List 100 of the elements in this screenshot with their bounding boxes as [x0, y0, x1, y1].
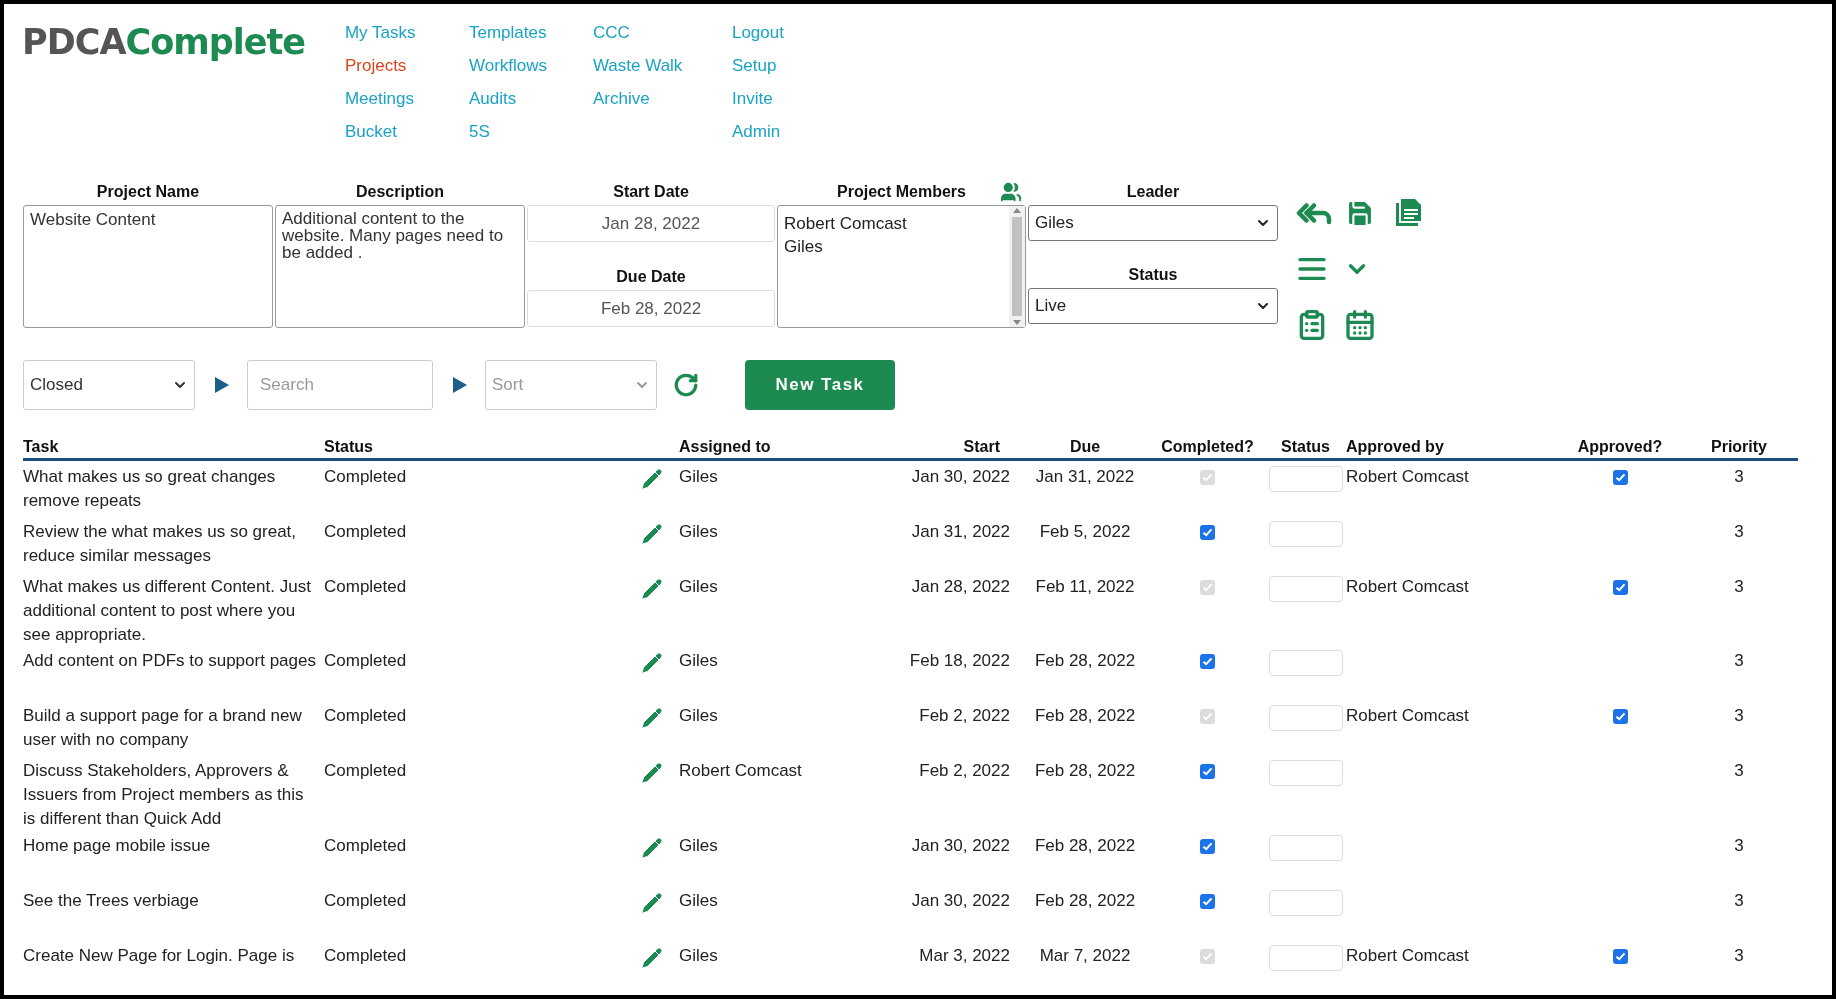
start-date-cell-text: Jan 28, 2022: [910, 575, 1011, 598]
status-input[interactable]: [1268, 520, 1343, 547]
due-date-cell-text: Feb 28, 2022: [1033, 890, 1137, 912]
project-name-field[interactable]: Website Content: [23, 205, 273, 329]
scrollbar[interactable]: [1009, 206, 1025, 328]
nav-link[interactable]: Setup: [731, 55, 777, 88]
column-header: Due: [1068, 437, 1102, 456]
nav-link[interactable]: Audits: [468, 88, 517, 121]
column-header: Approved?: [1576, 437, 1664, 456]
assignee-cell-text: Giles: [679, 575, 719, 598]
start-date-field[interactable]: Jan 28, 2022: [527, 205, 775, 243]
pencil-icon[interactable]: [640, 946, 664, 970]
pencil-icon[interactable]: [640, 761, 664, 786]
members-list[interactable]: Robert Comcast Giles: [777, 205, 1026, 329]
pencil-icon[interactable]: [640, 836, 664, 860]
approved-checkbox[interactable]: [1612, 949, 1628, 964]
nav-link[interactable]: Archive: [592, 88, 650, 121]
pencil-icon[interactable]: [640, 521, 664, 546]
nav-link[interactable]: Projects: [344, 55, 407, 88]
leader-select[interactable]: Giles: [1028, 205, 1278, 242]
pencil-icon[interactable]: [640, 651, 664, 676]
approved-checkbox[interactable]: [1612, 579, 1628, 595]
completed-checkbox[interactable]: [1200, 764, 1215, 780]
pencil-icon[interactable]: [640, 706, 664, 731]
nav-link[interactable]: Invite: [731, 88, 773, 121]
status-input[interactable]: [1268, 650, 1343, 677]
logo: PDCAComplete: [22, 22, 305, 64]
completed-checkbox[interactable]: [1200, 894, 1215, 909]
assignee-cell-text: Giles: [679, 835, 719, 857]
play-icon[interactable]: [215, 377, 229, 393]
assignee-cell-text: Giles: [679, 520, 719, 543]
status-cell-text: Completed: [324, 575, 408, 598]
status-input[interactable]: [1268, 465, 1343, 492]
status-cell-text: Completed: [324, 760, 408, 783]
nav-link[interactable]: My Tasks: [344, 22, 416, 55]
completed-checkbox[interactable]: [1200, 654, 1215, 670]
priority-cell-text: 3: [1733, 890, 1745, 912]
due-date-cell-text: Feb 28, 2022: [1033, 835, 1137, 857]
field-label: Status: [1127, 265, 1179, 286]
status-input[interactable]: [1268, 575, 1343, 602]
play-icon[interactable]: [453, 377, 467, 393]
field-label: Project Members: [837, 182, 966, 203]
nav-link[interactable]: Templates: [468, 22, 547, 55]
sort-select[interactable]: Sort: [485, 360, 657, 410]
nav-link[interactable]: 5S: [468, 121, 490, 154]
start-date-cell-text: Jan 30, 2022: [910, 835, 1011, 857]
pencil-icon[interactable]: [640, 891, 664, 915]
field-label: Project Name: [95, 182, 201, 203]
approver-cell-text: Robert Comcast: [1346, 945, 1470, 967]
users-icon[interactable]: [1000, 181, 1022, 204]
start-date-cell-text: Feb 2, 2022: [918, 705, 1011, 728]
column-header: Assigned to: [679, 437, 772, 456]
due-date-cell-text: Feb 28, 2022: [1033, 705, 1137, 728]
pencil-icon[interactable]: [640, 466, 664, 491]
approved-checkbox[interactable]: [1612, 469, 1628, 485]
status-input[interactable]: [1268, 890, 1343, 916]
new-task-button[interactable]: New Task: [745, 360, 895, 410]
completed-checkbox[interactable]: [1200, 839, 1215, 854]
task-cell-text: Create New Page for Login. Page is: [23, 945, 296, 967]
member-item[interactable]: Giles: [784, 235, 823, 259]
nav-link[interactable]: Workflows: [468, 55, 548, 88]
status-cell-text: Completed: [324, 945, 408, 967]
status-input[interactable]: [1268, 705, 1343, 732]
column-header: Start: [962, 437, 1001, 456]
priority-cell-text: 3: [1733, 575, 1745, 598]
task-cell-text: Review the what makes us so great, reduce similar messages: [23, 520, 298, 567]
assignee-cell-text: Robert Comcast: [679, 760, 803, 783]
priority-cell-text: 3: [1733, 705, 1745, 728]
member-item[interactable]: Robert Comcast: [784, 212, 907, 236]
field-label: Start Date: [612, 182, 690, 203]
nav-link[interactable]: Logout: [731, 22, 784, 55]
completed-checkbox[interactable]: [1200, 524, 1215, 540]
due-date-cell-text: Feb 5, 2022: [1038, 520, 1132, 543]
approver-cell-text: Robert Comcast: [1346, 575, 1470, 598]
column-header: Task: [23, 437, 60, 456]
task-cell-text: Home page mobile issue: [23, 835, 212, 857]
status-select[interactable]: Live: [1028, 288, 1278, 325]
status-input[interactable]: [1268, 835, 1343, 861]
nav-link[interactable]: CCC: [592, 22, 630, 55]
nav-link[interactable]: Admin: [731, 121, 781, 154]
approved-checkbox[interactable]: [1612, 709, 1628, 725]
calendar-icon[interactable]: [1344, 309, 1376, 342]
priority-cell-text: 3: [1733, 520, 1745, 543]
start-date-cell-text: Jan 31, 2022: [910, 520, 1011, 543]
pencil-icon[interactable]: [640, 576, 664, 601]
nav-link[interactable]: Waste Walk: [592, 55, 683, 88]
status-input[interactable]: [1268, 945, 1343, 971]
search-field[interactable]: Search: [247, 360, 433, 410]
nav-link[interactable]: Meetings: [344, 88, 414, 121]
filter-select[interactable]: Closed: [23, 360, 195, 410]
nav-link[interactable]: Bucket: [344, 121, 397, 154]
assignee-cell-text: Giles: [679, 650, 719, 673]
status-input[interactable]: [1268, 760, 1343, 787]
status-cell-text: Completed: [324, 835, 408, 857]
approver-cell-text: Robert Comcast: [1346, 465, 1470, 488]
field-label: Due Date: [615, 267, 687, 288]
refresh-icon[interactable]: [673, 372, 699, 398]
due-date-field[interactable]: Feb 28, 2022: [527, 290, 775, 328]
priority-cell-text: 3: [1733, 760, 1745, 783]
description-field[interactable]: Additional content to the website. Many pages need to be added .: [275, 205, 525, 329]
